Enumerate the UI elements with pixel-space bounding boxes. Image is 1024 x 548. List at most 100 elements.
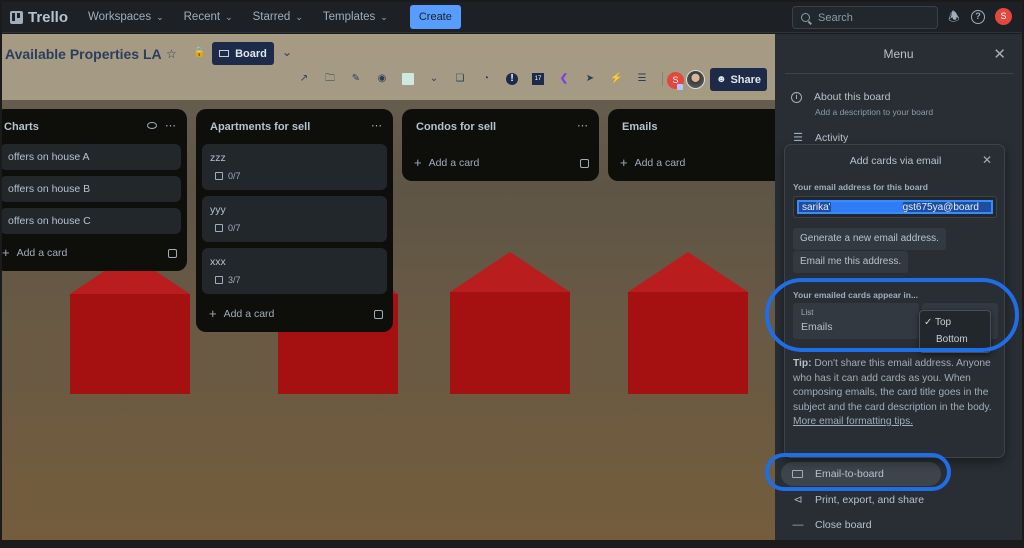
add-card-button[interactable]: + Add a card <box>414 155 479 170</box>
add-card-button[interactable]: + Add a card <box>620 155 685 170</box>
email-suffix: gst675ya@board <box>902 202 979 213</box>
toolbar-divider <box>662 72 663 86</box>
add-card-button[interactable]: + Add a card <box>2 245 67 260</box>
external-link-icon[interactable]: ↗ <box>298 73 310 85</box>
filter-icon[interactable]: ☰ <box>636 73 648 85</box>
menu-item-label: Close board <box>815 519 872 531</box>
automation-icon[interactable]: ⚡ <box>610 73 622 85</box>
list-menu-icon[interactable]: ⋯ <box>577 119 589 132</box>
menu-item-sublabel: Add a description to your board <box>815 107 934 117</box>
send-icon[interactable]: ➤ <box>584 73 596 85</box>
menu-title: Menu <box>883 47 914 61</box>
menu-item-label: About this board <box>814 91 891 103</box>
card-template-icon[interactable] <box>374 310 383 319</box>
checklist-icon <box>215 276 223 284</box>
list-title[interactable]: Condos for sell <box>416 121 496 133</box>
add-card-label: Add a card <box>223 307 275 320</box>
share-button[interactable]: ☻ Share <box>710 68 767 91</box>
nav-starred[interactable]: Starred ⌄ <box>253 11 303 23</box>
search-icon <box>801 13 810 22</box>
star-icon[interactable]: ☆ <box>166 47 177 61</box>
folder-icon[interactable]: 🗀 <box>324 73 336 85</box>
chevron-down-icon: ⌄ <box>225 11 233 22</box>
list-card[interactable]: offers on house A <box>2 144 181 170</box>
tip-body: Don't share this email address. Anyone w… <box>793 358 992 413</box>
menu-item-label: Print, export, and share <box>815 493 925 506</box>
lock-icon[interactable]: 🔒 <box>193 47 205 58</box>
search-input[interactable]: Search <box>792 6 938 29</box>
notifications-icon[interactable]: 🕭 <box>947 10 961 24</box>
list-emails: Emails + Add a card <box>608 109 775 181</box>
formatting-tips-link[interactable]: More email formatting tips. <box>793 416 913 427</box>
email-address-label: Your email address for this board <box>793 182 928 192</box>
alert-icon[interactable]: ! <box>506 73 518 85</box>
menu-item-about[interactable]: i About this board <box>791 91 890 103</box>
board-title[interactable]: Available Properties LA <box>5 46 162 62</box>
nav-workspaces[interactable]: Workspaces ⌄ <box>88 11 164 23</box>
pen-icon[interactable]: ✎ <box>350 73 362 85</box>
cards-icon[interactable]: ❏ <box>454 73 466 85</box>
background-photo-floor <box>2 394 775 540</box>
github-icon[interactable]: ◉ <box>376 73 388 85</box>
checklist-icon <box>215 224 223 232</box>
annotation-oval-email-to-board <box>765 453 951 491</box>
purple-app-icon[interactable]: ❮ <box>558 73 570 85</box>
top-navigation: Trello Workspaces ⌄ Recent ⌄ Starred ⌄ Temp… <box>2 2 1022 33</box>
chevron-down-icon[interactable]: ⌄ <box>282 45 292 59</box>
close-icon[interactable]: ✕ <box>982 153 992 167</box>
card-title: offers on house C <box>8 215 91 227</box>
list-title[interactable]: Emails <box>622 121 657 133</box>
checklist-count: 3/7 <box>228 275 241 285</box>
user-avatar[interactable]: S <box>995 8 1012 25</box>
colorful-app-icon[interactable] <box>402 73 414 85</box>
list-title[interactable]: Apartments for sell <box>210 121 310 133</box>
board-email-field[interactable]: sarika' gst675ya@board <box>793 196 997 218</box>
nav-templates[interactable]: Templates ⌄ <box>323 11 388 23</box>
nav-recent[interactable]: Recent ⌄ <box>184 11 233 23</box>
email-me-button[interactable]: Email me this address. <box>793 251 909 273</box>
chevron-down-icon: ⌄ <box>156 11 164 22</box>
trello-logo[interactable]: Trello <box>10 9 68 26</box>
card-template-icon[interactable] <box>168 249 177 258</box>
plus-icon: + <box>209 306 217 321</box>
list-title[interactable]: Charts <box>4 121 39 133</box>
checklist-badge: 0/7 <box>215 223 241 233</box>
list-card[interactable]: yyy 0/7 <box>202 196 387 242</box>
plus-icon: + <box>620 155 628 170</box>
list-card[interactable]: offers on house C <box>2 208 181 234</box>
add-card-label: Add a card <box>16 246 68 259</box>
board-view-button[interactable]: Board <box>212 42 274 65</box>
card-title: yyy <box>210 204 226 216</box>
chart-icon[interactable]: ◔ <box>480 73 492 85</box>
menu-item-close-board[interactable]: — Close board <box>791 519 872 531</box>
list-card[interactable]: zzz 0/7 <box>202 144 387 190</box>
add-card-button[interactable]: + Add a card <box>209 306 274 321</box>
chevron-down-icon: ⌄ <box>295 11 303 22</box>
list-card[interactable]: xxx 3/7 <box>202 248 387 294</box>
chevron-down-icon[interactable]: ⌄ <box>428 73 440 85</box>
redacted-block <box>830 202 903 212</box>
annotation-oval-appear-in <box>765 278 1019 352</box>
list-condos-for-sell: Condos for sell ⋯ + Add a card <box>402 109 599 181</box>
list-menu-icon[interactable]: ⋯ <box>165 119 177 132</box>
board-email-value[interactable]: sarika' gst675ya@board <box>797 200 993 214</box>
card-template-icon[interactable] <box>580 159 589 168</box>
power-ups-toolbar: ↗ 🗀 ✎ ◉ ⌄ ❏ ◔ ! 17 ❮ ➤ ⚡ ☰ <box>298 72 673 86</box>
menu-item-activity[interactable]: ☰ Activity <box>791 131 848 145</box>
generate-email-button[interactable]: Generate a new email address. <box>793 228 946 250</box>
background-house <box>70 254 190 394</box>
search-placeholder: Search <box>818 11 853 24</box>
tip-text: Tip: Don't share this email address. Any… <box>793 357 998 430</box>
menu-item-print-export-share[interactable]: ⊲ Print, export, and share <box>791 493 925 507</box>
activity-icon: ☰ <box>793 132 803 144</box>
card-title: xxx <box>210 256 226 268</box>
create-button[interactable]: Create <box>409 5 461 29</box>
screenshot-frame: Trello Workspaces ⌄ Recent ⌄ Starred ⌄ Temp… <box>0 0 1024 548</box>
list-menu-icon[interactable]: ⋯ <box>371 119 383 132</box>
close-icon[interactable]: ✕ <box>993 45 1006 63</box>
calendar-icon[interactable]: 17 <box>532 73 544 85</box>
list-card[interactable]: offers on house B <box>2 176 181 202</box>
help-icon[interactable]: ? <box>971 10 985 24</box>
nav-starred-label: Starred <box>252 11 291 23</box>
member-photo-avatar[interactable] <box>686 70 705 89</box>
